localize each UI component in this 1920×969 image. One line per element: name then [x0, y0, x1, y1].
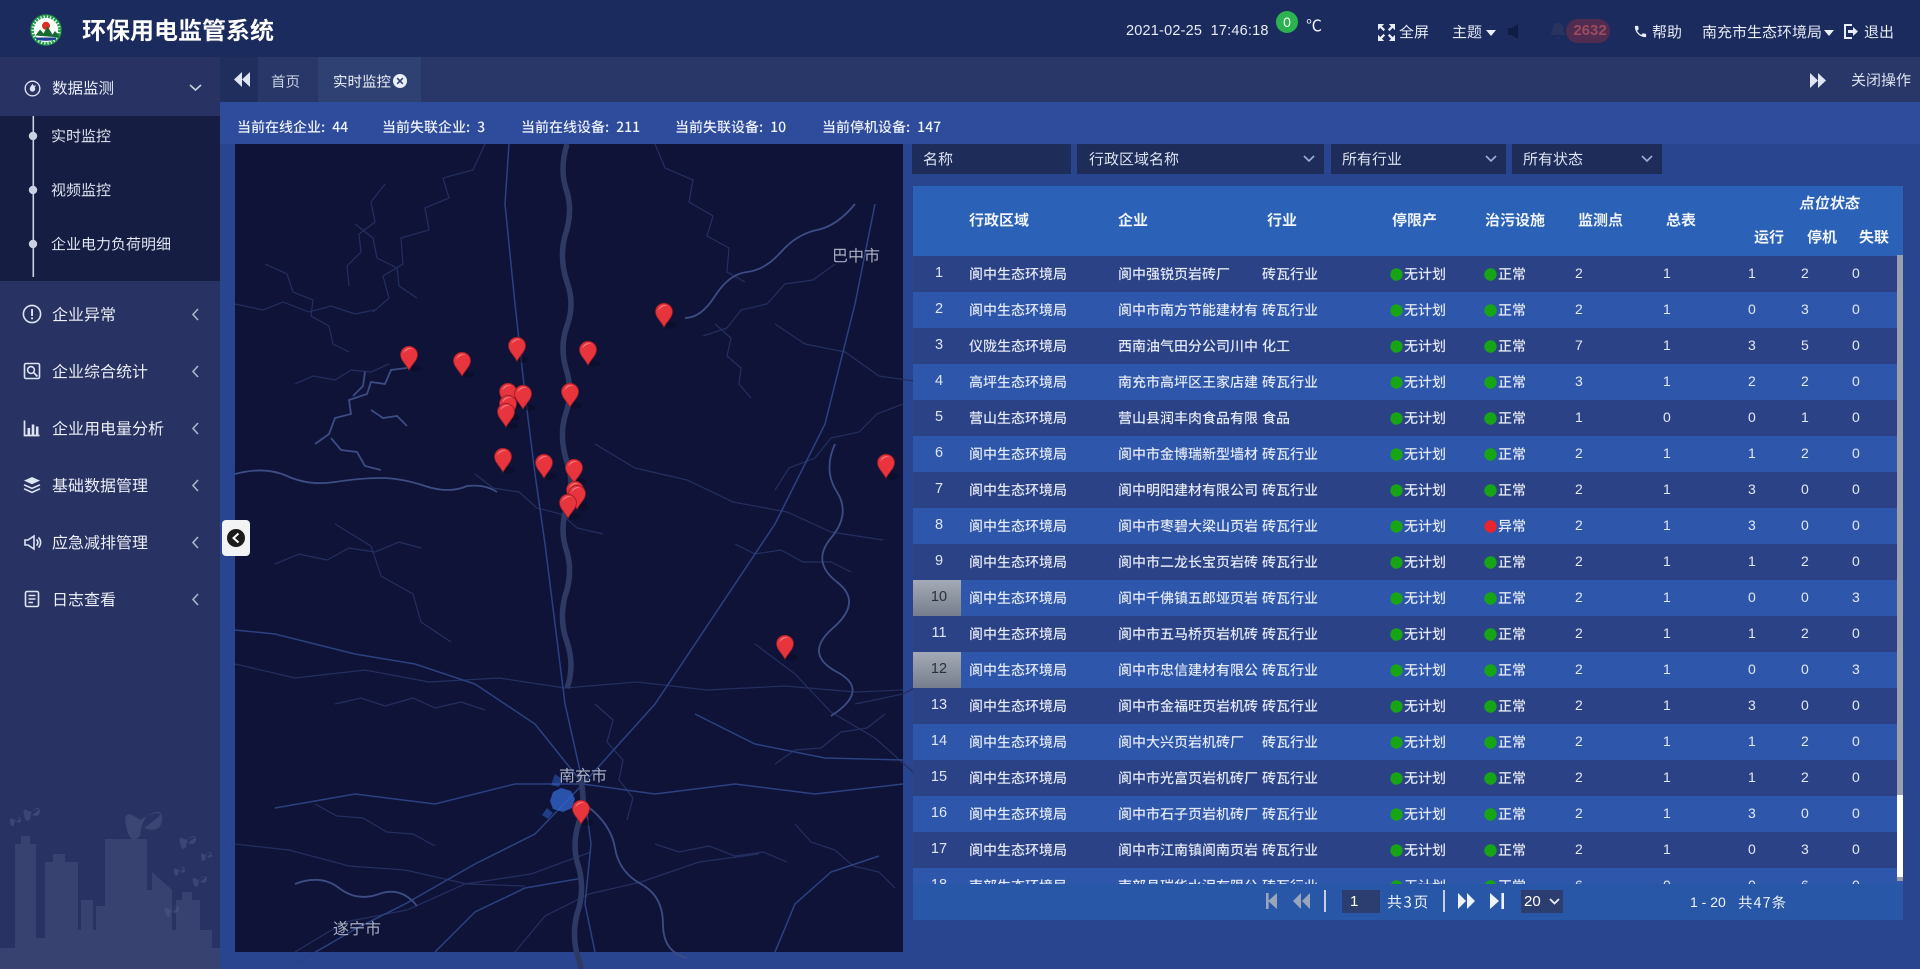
- svg-text:0: 0: [1283, 14, 1291, 30]
